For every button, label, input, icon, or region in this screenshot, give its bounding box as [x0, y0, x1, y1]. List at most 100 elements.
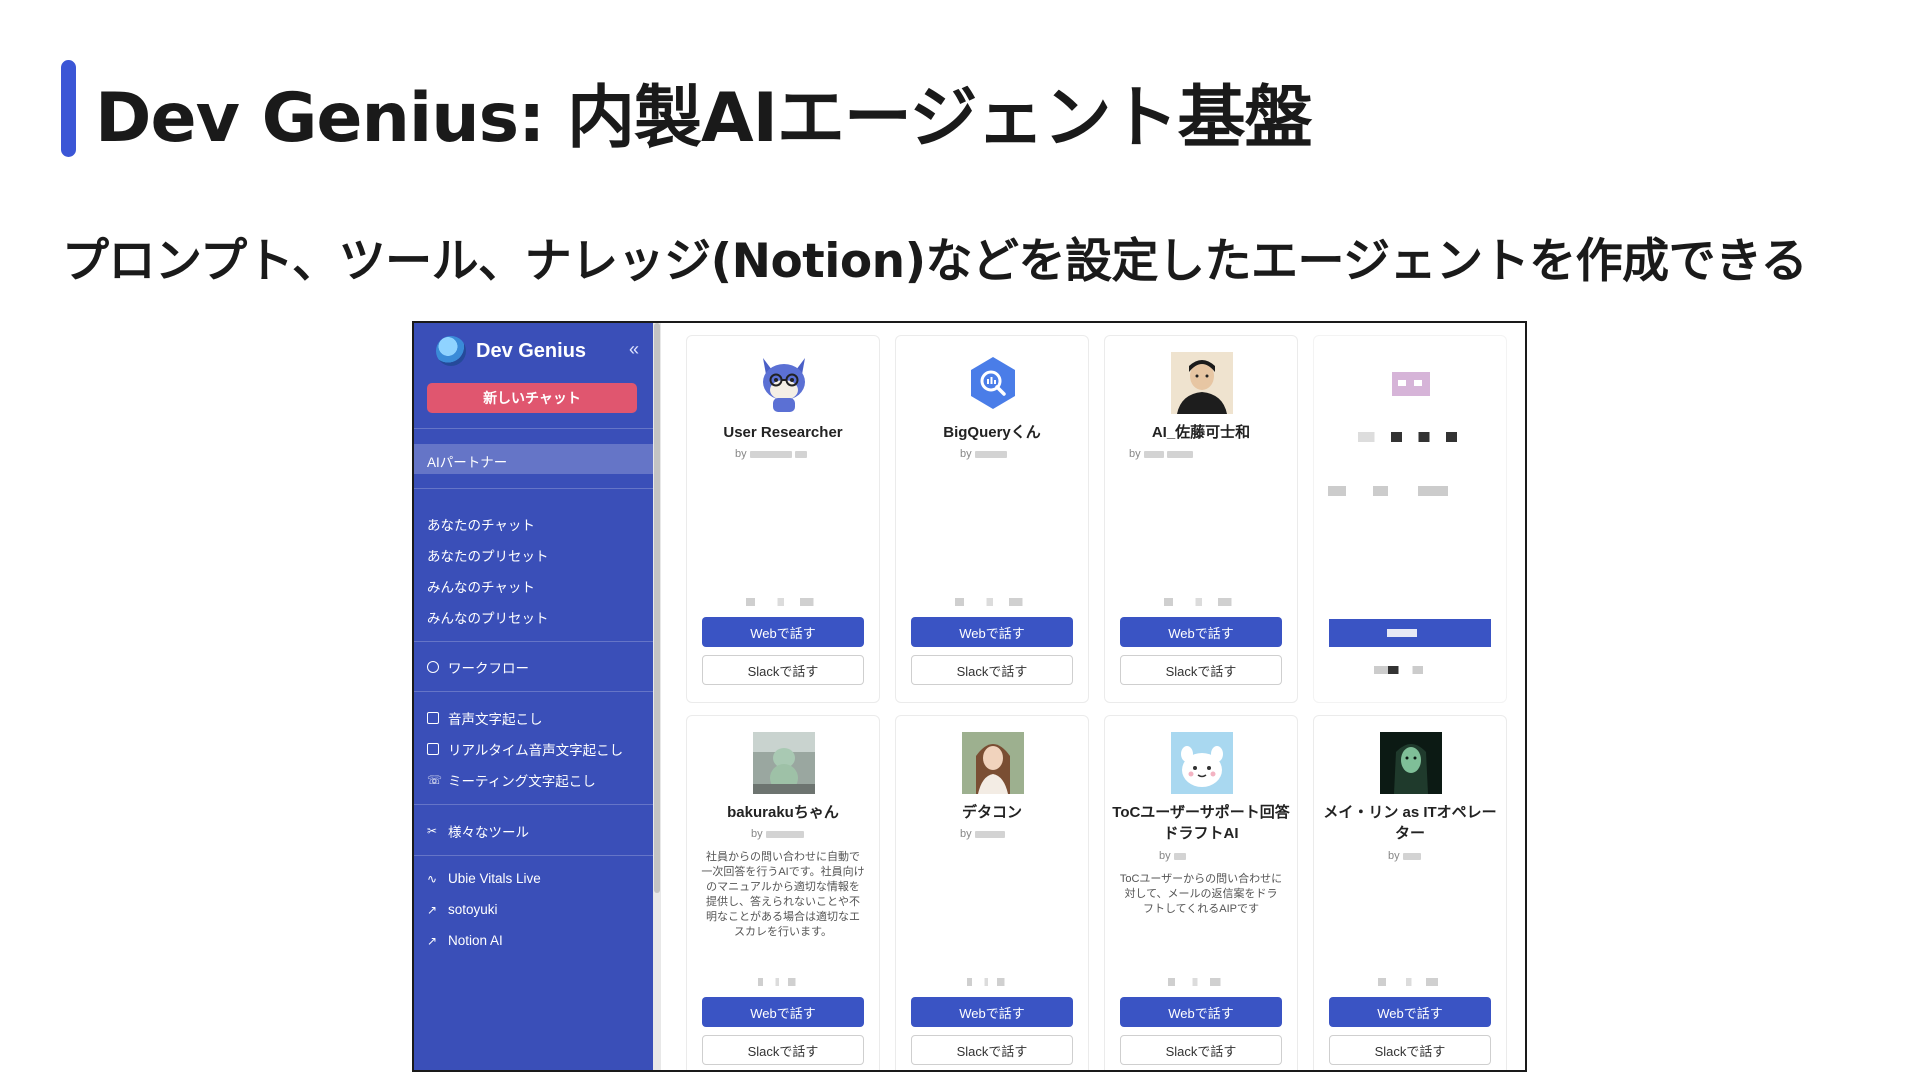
slack-chat-button[interactable]: Slackで話す [911, 655, 1073, 685]
agent-name: bakurakuちゃん [727, 804, 839, 821]
agent-author: by [960, 828, 1005, 840]
woman-portrait-avatar [962, 732, 1024, 794]
sidebar-divider [414, 691, 653, 692]
sidebar: Dev Genius « 新しいチャット AIパートナー あなたのチャット あな… [414, 323, 653, 1070]
sidebar-item-label: リアルタイム音声文字起こし [448, 743, 624, 758]
green-portrait-avatar [1380, 732, 1442, 794]
sidebar-item-label: ワークフロー [448, 661, 529, 676]
sidebar-item-ai-partner[interactable]: AIパートナー [427, 451, 507, 471]
agent-card[interactable]: User Researcher by Webで話す Slackで話す [686, 335, 880, 703]
blurred-meta [1161, 978, 1231, 986]
web-chat-button[interactable]: Webで話す [911, 997, 1073, 1027]
web-chat-button[interactable]: Webで話す [911, 617, 1073, 647]
white-mascot-avatar [1171, 732, 1233, 794]
blurred-meta [962, 978, 1012, 986]
web-chat-button[interactable]: Webで話す [1120, 617, 1282, 647]
sidebar-item-notion-ai[interactable]: ↗ Notion AI [427, 933, 503, 948]
collapse-sidebar-icon[interactable]: « [629, 339, 639, 360]
robot-photo-avatar [753, 732, 815, 794]
screen-icon [427, 743, 439, 755]
sidebar-divider [414, 428, 653, 429]
new-chat-button[interactable]: 新しいチャット [427, 383, 637, 413]
sidebar-item-meeting-transcription[interactable]: ☏ ミーティング文字起こし [427, 770, 596, 790]
agent-name: ToCユーザーサポート回答ドラフトAI [1112, 804, 1290, 842]
external-link-icon: ↗ [427, 933, 438, 948]
slack-chat-button[interactable]: Slackで話す [1329, 1035, 1491, 1065]
agent-author: by [1129, 448, 1193, 460]
agent-name: メイ・リン as ITオペレーター [1323, 804, 1497, 842]
agent-author: by [751, 828, 804, 840]
sidebar-item-label: Ubie Vitals Live [448, 871, 541, 886]
pulse-icon: ∿ [427, 871, 438, 886]
redacted-web-button[interactable] [1329, 619, 1491, 647]
web-chat-button[interactable]: Webで話す [702, 617, 864, 647]
sidebar-item-label: Notion AI [448, 933, 503, 948]
redacted-name [1358, 432, 1468, 442]
agent-author: by [960, 448, 1007, 460]
bigquery-avatar [971, 357, 1015, 409]
agent-card[interactable]: メイ・リン as ITオペレーター by Webで話す Slackで話す [1313, 715, 1507, 1070]
sidebar-item-label: ミーティング文字起こし [448, 774, 596, 789]
agent-author: by [1388, 850, 1421, 862]
app-title: Dev Genius [476, 339, 587, 362]
sidebar-item-label: 音声文字起こし [448, 712, 543, 727]
blurred-meta [737, 598, 827, 606]
sidebar-item-your-presets[interactable]: あなたのプリセット [427, 545, 549, 565]
sidebar-divider [414, 488, 653, 489]
slide-subtitle: プロンプト、ツール、ナレッジ(Notion)などを設定したエージェントを作成でき… [62, 234, 1808, 289]
sidebar-divider [414, 641, 653, 642]
web-chat-button[interactable]: Webで話す [702, 997, 864, 1027]
sidebar-item-realtime-transcription[interactable]: リアルタイム音声文字起こし [427, 739, 623, 759]
slack-chat-button[interactable]: Slackで話す [702, 1035, 864, 1065]
tools-icon: ✂ [427, 824, 438, 838]
person-portrait-avatar [1171, 352, 1233, 414]
slide-title: Dev Genius: 内製AIエージェント基盤 [95, 79, 1313, 158]
sidebar-item-sotoyuki[interactable]: ↗ sotoyuki [427, 902, 498, 917]
document-icon [427, 712, 439, 724]
sidebar-item-everyone-presets[interactable]: みんなのプリセット [427, 607, 549, 627]
sidebar-item-your-chats[interactable]: あなたのチャット [427, 514, 535, 534]
agent-card[interactable]: デタコン by Webで話す Slackで話す [895, 715, 1089, 1070]
sidebar-item-everyone-chats[interactable]: みんなのチャット [427, 576, 535, 596]
title-accent-bar [61, 60, 76, 157]
slack-chat-button[interactable]: Slackで話す [702, 655, 864, 685]
sidebar-item-ubie-vitals-live[interactable]: ∿ Ubie Vitals Live [427, 871, 541, 886]
slack-chat-button[interactable]: Slackで話す [1120, 1035, 1282, 1065]
agent-description: 社員からの問い合わせに自動で一次回答を行うAIです。社員向けのマニュアルから適切… [701, 851, 865, 938]
sidebar-divider [414, 804, 653, 805]
app-screenshot: Dev Genius « 新しいチャット AIパートナー あなたのチャット あな… [412, 321, 1527, 1072]
slack-chat-button[interactable]: Slackで話す [1120, 655, 1282, 685]
agent-name: デタコン [961, 804, 1022, 821]
sidebar-item-workflow[interactable]: ワークフロー [427, 657, 529, 677]
sidebar-item-label: 様々なツール [448, 825, 529, 840]
redacted-slack-button[interactable] [1374, 666, 1444, 674]
web-chat-button[interactable]: Webで話す [1329, 997, 1491, 1027]
external-link-icon: ↗ [427, 902, 438, 917]
agent-card-redacted[interactable] [1313, 335, 1507, 703]
web-chat-button[interactable]: Webで話す [1120, 997, 1282, 1027]
agent-card[interactable]: ToCユーザーサポート回答ドラフトAI by ToCユーザーからの問い合わせに対… [1104, 715, 1298, 1070]
sidebar-item-tools[interactable]: ✂ 様々なツール [427, 821, 529, 841]
sidebar-item-transcription[interactable]: 音声文字起こし [427, 708, 543, 728]
sidebar-scrollbar-thumb[interactable] [654, 323, 660, 893]
slack-chat-button[interactable]: Slackで話す [911, 1035, 1073, 1065]
pixelated-avatar [1392, 372, 1430, 396]
blurred-meta [946, 598, 1036, 606]
agent-name: AI_佐藤可士和 [1151, 424, 1251, 441]
agent-author: by [1159, 850, 1186, 862]
blurred-meta [1155, 598, 1245, 606]
blurred-meta [1370, 978, 1450, 986]
cat-mascot-avatar [763, 358, 805, 412]
agent-card[interactable]: AI_佐藤可士和 by Webで話す Slackで話す [1104, 335, 1298, 703]
sidebar-header: Dev Genius [436, 335, 586, 367]
phone-icon: ☏ [427, 773, 443, 787]
agent-description: ToCユーザーからの問い合わせに対して、メールの返信案をドラフトしてくれるAIP… [1119, 873, 1283, 915]
agent-card[interactable]: BigQueryくん by Webで話す Slackで話す [895, 335, 1089, 703]
agent-name: BigQueryくん [943, 424, 1041, 441]
agent-card[interactable]: bakurakuちゃん by 社員からの問い合わせに自動で一次回答を行うAIです… [686, 715, 880, 1070]
sidebar-item-label: sotoyuki [448, 902, 498, 917]
agent-author: by [735, 448, 807, 460]
sidebar-divider [414, 855, 653, 856]
blurred-meta [753, 978, 803, 986]
agent-name: User Researcher [723, 424, 843, 441]
